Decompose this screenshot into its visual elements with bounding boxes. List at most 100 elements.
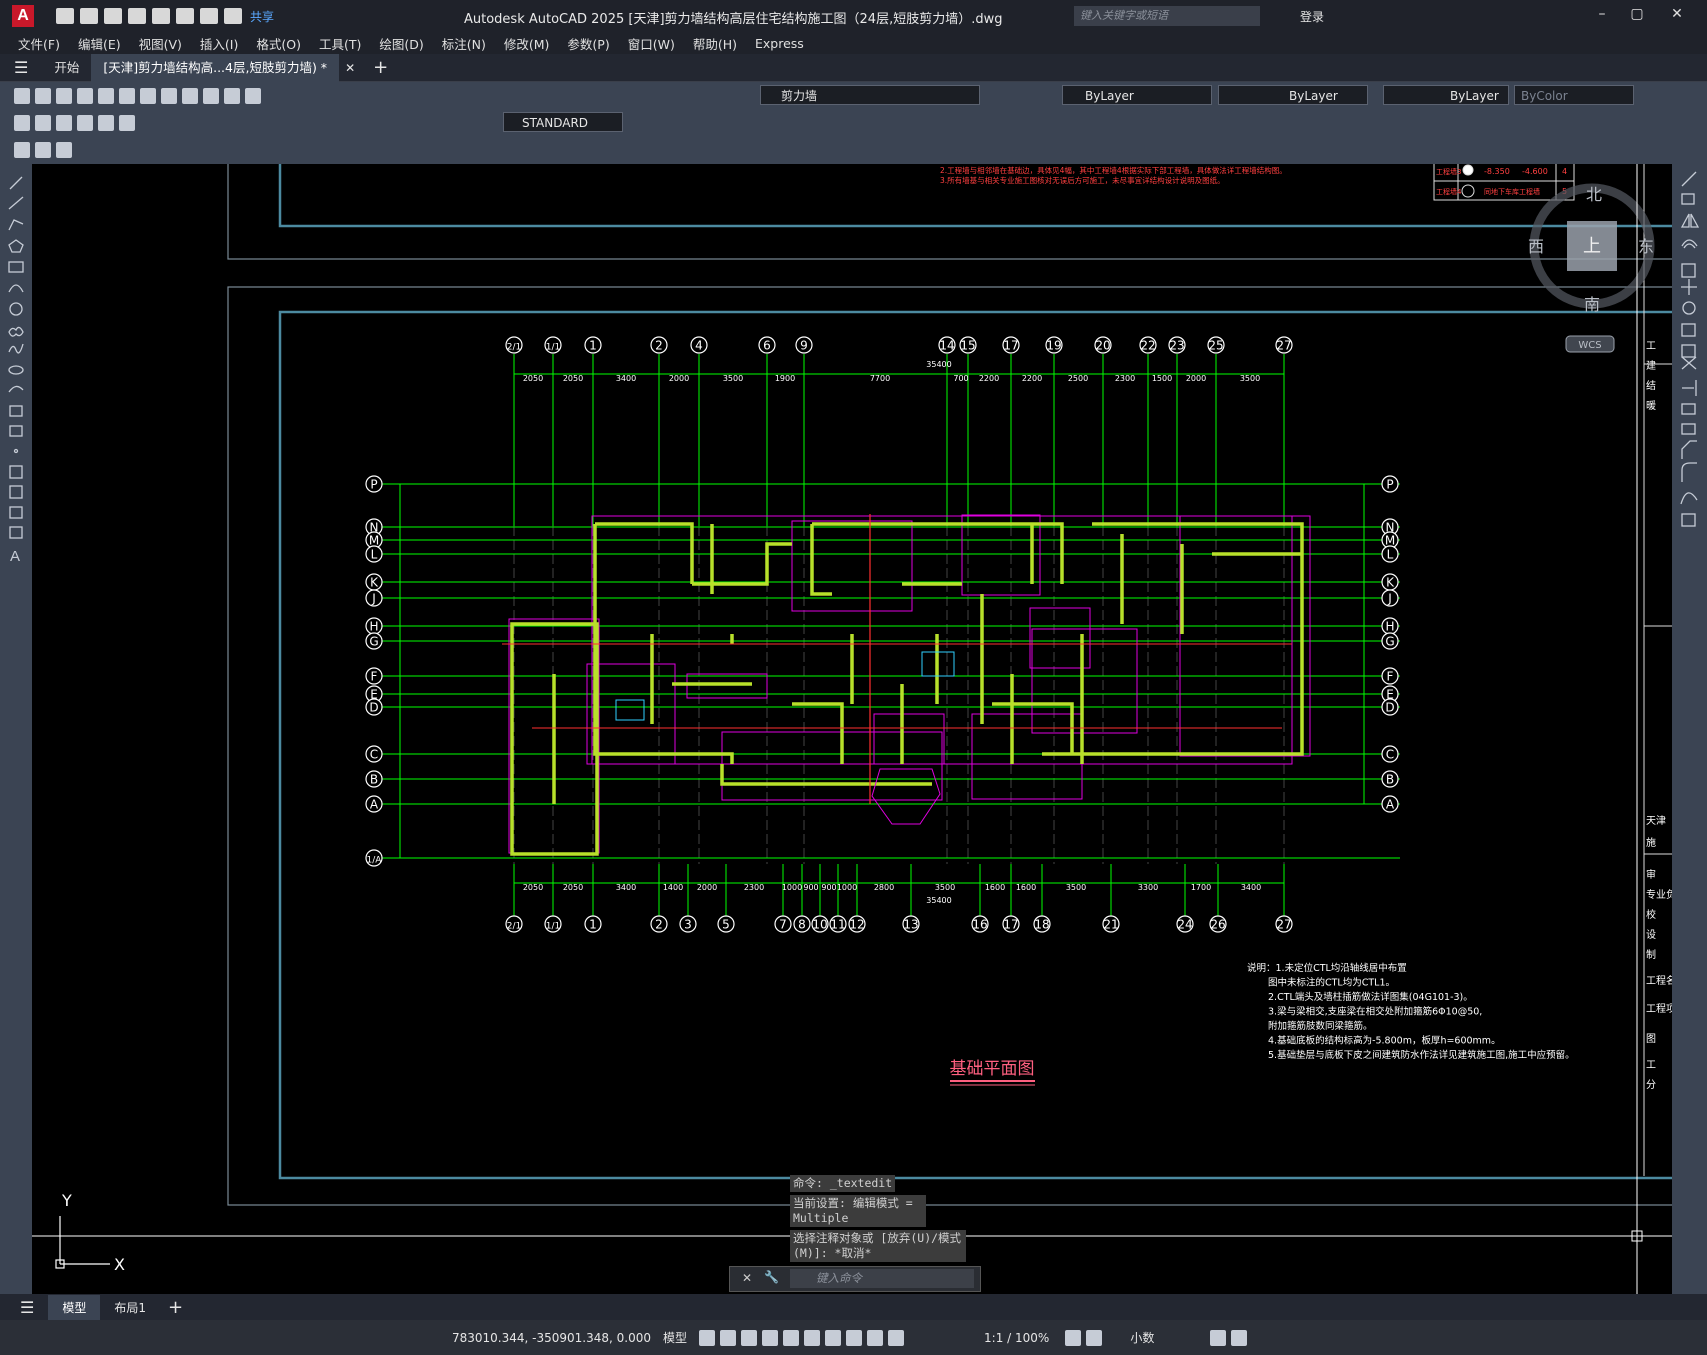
- new-icon[interactable]: [14, 87, 30, 104]
- axis-top-label: 4: [695, 339, 703, 353]
- help-icon[interactable]: [245, 87, 261, 104]
- menu-tools[interactable]: 工具(T): [319, 34, 361, 53]
- standard-toolbar: 剪力墙 ByLayer ByLayer ByLayer ByColor: [0, 82, 1707, 109]
- menu-modify[interactable]: 修改(M): [504, 34, 550, 53]
- login-button[interactable]: 登录: [1300, 8, 1324, 25]
- snap-icon[interactable]: [720, 1329, 737, 1346]
- linetype-dropdown[interactable]: ByLayer: [1218, 85, 1368, 105]
- workspace-settings-icon[interactable]: [56, 142, 72, 158]
- axis-bottom-label: 26: [1210, 918, 1225, 932]
- annotation-visibility-icon[interactable]: [888, 1329, 905, 1346]
- transparency-icon[interactable]: [846, 1329, 863, 1346]
- properties-icon[interactable]: [224, 87, 240, 104]
- layout-menu-icon[interactable]: ☰: [20, 1298, 34, 1317]
- close-tab-icon[interactable]: ✕: [345, 61, 355, 75]
- axis-bottom-label: 27: [1276, 918, 1291, 932]
- arc-dim-icon[interactable]: [56, 114, 72, 131]
- minimize-button[interactable]: –: [1590, 6, 1614, 26]
- saveas-icon[interactable]: [128, 8, 146, 24]
- menu-file[interactable]: 文件(F): [18, 34, 60, 53]
- foundation-note: 图中未标注的CTL均为CTL1。: [1268, 977, 1395, 989]
- lineweight-dropdown[interactable]: ByLayer: [1383, 85, 1509, 105]
- workspace-save-icon[interactable]: [35, 142, 51, 158]
- maximize-button[interactable]: ▢: [1625, 6, 1649, 26]
- drawing-canvas[interactable]: 2.工程墙与相邻墙在基础边，具体见4幅，其中工程墙4根据实际下部工程墙，具体做法…: [32, 164, 1672, 1294]
- lineweight-icon[interactable]: [825, 1329, 842, 1346]
- zoom-icon[interactable]: [203, 87, 219, 104]
- menu-express[interactable]: Express: [755, 36, 804, 51]
- save-icon[interactable]: [56, 87, 72, 104]
- autocad-logo[interactable]: A: [12, 5, 34, 27]
- plus-icon[interactable]: [1086, 1329, 1103, 1346]
- osnap-icon[interactable]: [783, 1329, 800, 1346]
- menu-format[interactable]: 格式(O): [256, 34, 301, 53]
- close-command-icon[interactable]: ✕: [742, 1271, 752, 1285]
- customize-command-icon[interactable]: 🔧: [764, 1270, 779, 1284]
- open-icon[interactable]: [80, 8, 98, 24]
- paste-icon[interactable]: [161, 87, 177, 104]
- close-button[interactable]: ✕: [1665, 6, 1689, 26]
- new-layout-button[interactable]: +: [168, 1297, 183, 1318]
- titleblock-text: 专业负责: [1646, 888, 1672, 901]
- units-dropdown[interactable]: 小数: [1130, 1329, 1190, 1346]
- tab-model[interactable]: 模型: [48, 1294, 101, 1320]
- model-space-toggle[interactable]: 模型: [663, 1329, 687, 1346]
- menu-bar: 文件(F) 编辑(E) 视图(V) 插入(I) 格式(O) 工具(T) 绘图(D…: [0, 32, 1707, 54]
- polar-icon[interactable]: [762, 1329, 779, 1346]
- menu-help[interactable]: 帮助(H): [693, 34, 737, 53]
- plot-icon[interactable]: [77, 87, 93, 104]
- hamburger-icon[interactable]: ☰: [14, 58, 28, 77]
- layer-dropdown[interactable]: 剪力墙: [760, 85, 980, 105]
- axis-left-label: B: [370, 773, 378, 787]
- pan-icon[interactable]: [182, 87, 198, 104]
- customize-icon[interactable]: [1231, 1329, 1248, 1346]
- grid-icon[interactable]: [699, 1329, 716, 1346]
- copy-icon[interactable]: [140, 87, 156, 104]
- gear-icon[interactable]: [1065, 1329, 1082, 1346]
- publish-icon[interactable]: [152, 8, 170, 24]
- tab-start[interactable]: 开始: [42, 54, 91, 82]
- axis-bottom-label: 2/1: [507, 922, 521, 932]
- new-tab-button[interactable]: +: [373, 57, 388, 78]
- save-icon[interactable]: [104, 8, 122, 24]
- menu-draw[interactable]: 绘图(D): [379, 34, 423, 53]
- diameter-dim-icon[interactable]: [98, 114, 114, 131]
- menu-window[interactable]: 窗口(W): [628, 34, 675, 53]
- ucs-icon: [55, 1216, 110, 1269]
- color-dropdown[interactable]: ByLayer: [1062, 85, 1212, 105]
- new-icon[interactable]: [56, 8, 74, 24]
- preview-icon[interactable]: [98, 87, 114, 104]
- menu-parametric[interactable]: 参数(P): [567, 34, 609, 53]
- aligned-dim-icon[interactable]: [35, 114, 51, 131]
- dim-text-bottom: 2800: [874, 883, 894, 892]
- dimstyle-dropdown[interactable]: STANDARD: [503, 112, 623, 132]
- coordinate-readout[interactable]: 783010.344, -350901.348, 0.000: [452, 1331, 651, 1345]
- undo-icon[interactable]: [200, 8, 218, 24]
- plot-icon[interactable]: [176, 8, 194, 24]
- menu-insert[interactable]: 插入(I): [200, 34, 238, 53]
- plotstyle-dropdown[interactable]: ByColor: [1514, 85, 1634, 105]
- menu-view[interactable]: 视图(V): [139, 34, 182, 53]
- selection-cycling-icon[interactable]: [867, 1329, 884, 1346]
- workspace-icon[interactable]: [14, 142, 30, 158]
- otrack-icon[interactable]: [804, 1329, 821, 1346]
- hatch-icon: [9, 465, 23, 479]
- redo-icon[interactable]: [224, 8, 242, 24]
- menu-dimension[interactable]: 标注(N): [442, 34, 486, 53]
- menu-edit[interactable]: 编辑(E): [78, 34, 121, 53]
- cut-icon[interactable]: [119, 87, 135, 104]
- open-icon[interactable]: [35, 87, 51, 104]
- annotation-scale[interactable]: 1:1 / 100%: [984, 1331, 1049, 1345]
- dim-text-top: 3500: [723, 374, 743, 383]
- tab-layout1[interactable]: 布局1: [100, 1295, 160, 1320]
- tab-document[interactable]: [天津]剪力墙结构高...4层,短肢剪力墙) *: [91, 53, 340, 82]
- linear-dim-icon[interactable]: [14, 114, 30, 131]
- radius-dim-icon[interactable]: [77, 114, 93, 131]
- command-input[interactable]: 键入命令: [790, 1269, 974, 1288]
- search-input[interactable]: 键入关键字或短语: [1074, 6, 1260, 26]
- table-cell: -8.350: [1484, 167, 1510, 176]
- angular-dim-icon[interactable]: [119, 114, 135, 131]
- ortho-icon[interactable]: [741, 1329, 758, 1346]
- quick-properties-icon[interactable]: [1210, 1329, 1227, 1346]
- share-button[interactable]: 共享: [250, 8, 274, 25]
